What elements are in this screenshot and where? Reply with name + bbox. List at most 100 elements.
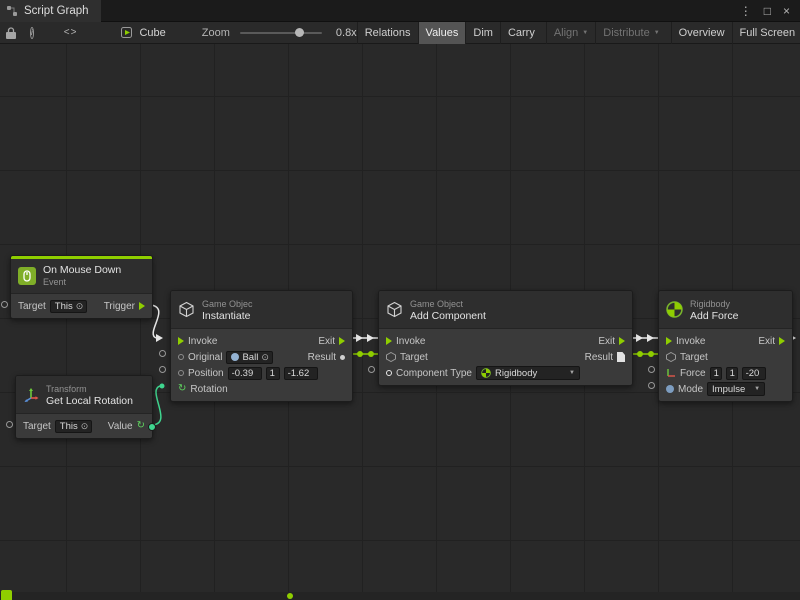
code-view-icon[interactable]: <> bbox=[64, 27, 78, 38]
node-category: Game Objec bbox=[202, 298, 253, 310]
target-gameobject-icon bbox=[386, 352, 396, 362]
position-z-field[interactable]: -1.62 bbox=[284, 367, 318, 380]
align-button[interactable]: Align▼ bbox=[546, 22, 595, 44]
graph-breadcrumb: Cube bbox=[121, 26, 165, 39]
port-label-position: Position bbox=[188, 368, 224, 379]
node-category: Game Object bbox=[410, 298, 486, 310]
port-label-exit: Exit bbox=[758, 336, 775, 347]
target-gameobject-icon bbox=[666, 352, 676, 362]
port-label-target: Target bbox=[400, 352, 428, 363]
dim-button[interactable]: Dim bbox=[465, 22, 500, 44]
node-add-force[interactable]: Rigidbody Add Force Invoke Exit Target bbox=[658, 290, 793, 402]
info-icon[interactable]: i bbox=[30, 27, 34, 39]
port-label-mode: Mode bbox=[678, 384, 703, 395]
position-port-icon[interactable] bbox=[178, 370, 184, 376]
chevron-down-icon: ▼ bbox=[754, 386, 760, 392]
kebab-menu-icon[interactable]: ⋮ bbox=[740, 4, 752, 18]
node-add-component[interactable]: Game Object Add Component Invoke Exit Ta… bbox=[378, 290, 633, 386]
carry-button[interactable]: Carry bbox=[500, 22, 542, 44]
node-title: Add Component bbox=[410, 310, 486, 322]
value-port[interactable] bbox=[159, 366, 166, 373]
force-mode-dropdown[interactable]: Impulse ▼ bbox=[707, 382, 765, 396]
window-controls: ⋮ □ × bbox=[740, 4, 800, 18]
exit-output-port[interactable] bbox=[619, 337, 625, 345]
object-picker-icon[interactable]: ⊙ bbox=[261, 352, 269, 363]
mouse-event-icon bbox=[18, 267, 36, 285]
trigger-output-port[interactable] bbox=[139, 302, 145, 310]
node-title: Get Local Rotation bbox=[46, 395, 133, 407]
graph-canvas[interactable]: On Mouse Down Event Target This ⊙ Trigge… bbox=[0, 44, 800, 600]
port-label-trigger: Trigger bbox=[104, 301, 135, 312]
node-header: Game Object Add Component bbox=[379, 291, 632, 329]
target-object-chip[interactable]: This ⊙ bbox=[50, 300, 88, 313]
object-picker-icon[interactable]: ⊙ bbox=[81, 421, 89, 432]
maximize-icon[interactable]: □ bbox=[764, 4, 771, 18]
window-title: Script Graph bbox=[24, 5, 89, 17]
tab-script-graph[interactable]: Script Graph bbox=[0, 0, 101, 22]
gameobject-cube-icon bbox=[386, 301, 403, 318]
toolbar-buttons: Relations Values Dim Carry Align▼ Distri… bbox=[357, 22, 800, 44]
value-port[interactable] bbox=[6, 421, 13, 428]
port-label-invoke: Invoke bbox=[676, 336, 705, 347]
vector-axes-icon bbox=[666, 368, 676, 378]
node-title: On Mouse Down bbox=[43, 264, 121, 276]
chevron-down-icon: ▼ bbox=[654, 30, 660, 36]
value-port[interactable] bbox=[648, 382, 655, 389]
node-title: Instantiate bbox=[202, 310, 253, 322]
node-category: Transform bbox=[46, 383, 133, 395]
invoke-input-port[interactable] bbox=[386, 337, 392, 345]
rigidbody-icon bbox=[481, 368, 491, 378]
script-graph-icon bbox=[6, 5, 18, 17]
gameobject-cube-icon bbox=[178, 301, 195, 318]
component-type-port-icon[interactable] bbox=[386, 370, 392, 376]
invoke-input-port[interactable] bbox=[178, 337, 184, 345]
port-label-invoke: Invoke bbox=[188, 336, 217, 347]
force-x-field[interactable]: 1 bbox=[710, 367, 722, 380]
node-header: Rigidbody Add Force bbox=[659, 291, 792, 329]
zoom-slider-handle[interactable] bbox=[295, 28, 304, 37]
transform-icon bbox=[23, 387, 39, 403]
value-port[interactable] bbox=[159, 350, 166, 357]
value-port[interactable] bbox=[648, 366, 655, 373]
lock-icon[interactable] bbox=[6, 27, 16, 39]
node-title: Add Force bbox=[690, 310, 738, 322]
port-label-original: Original bbox=[188, 352, 222, 363]
zoom-slider[interactable] bbox=[240, 32, 322, 34]
force-y-field[interactable]: 1 bbox=[726, 367, 738, 380]
exit-output-port[interactable] bbox=[339, 337, 345, 345]
overview-button[interactable]: Overview bbox=[671, 22, 732, 44]
node-on-mouse-down[interactable]: On Mouse Down Event Target This ⊙ Trigge… bbox=[10, 255, 153, 319]
close-icon[interactable]: × bbox=[783, 4, 790, 18]
force-z-field[interactable]: -20 bbox=[742, 367, 766, 380]
target-object-chip[interactable]: This ⊙ bbox=[55, 420, 93, 433]
result-component-icon[interactable] bbox=[617, 352, 625, 362]
original-port-icon[interactable] bbox=[178, 354, 184, 360]
exit-output-port[interactable] bbox=[779, 337, 785, 345]
position-y-field[interactable]: 1 bbox=[266, 367, 280, 380]
chevron-down-icon: ▼ bbox=[582, 30, 588, 36]
rotation-port-icon[interactable]: ↻ bbox=[178, 384, 186, 394]
object-picker-icon[interactable]: ⊙ bbox=[76, 301, 84, 312]
ball-object-icon bbox=[231, 353, 239, 361]
component-type-dropdown[interactable]: Rigidbody ▼ bbox=[476, 366, 580, 380]
result-output-port[interactable] bbox=[340, 355, 345, 360]
position-x-field[interactable]: -0.39 bbox=[228, 367, 262, 380]
fullscreen-button[interactable]: Full Screen bbox=[732, 22, 800, 44]
distribute-button[interactable]: Distribute▼ bbox=[595, 22, 666, 44]
node-get-local-rotation[interactable]: Transform Get Local Rotation Target This… bbox=[15, 375, 153, 439]
value-port[interactable] bbox=[368, 366, 375, 373]
port-label-result: Result bbox=[585, 352, 613, 363]
node-category: Rigidbody bbox=[690, 298, 738, 310]
values-button[interactable]: Values bbox=[418, 22, 466, 44]
port-label-target: Target bbox=[23, 421, 51, 432]
relations-button[interactable]: Relations bbox=[357, 22, 418, 44]
value-port[interactable] bbox=[1, 301, 8, 308]
node-header: On Mouse Down Event bbox=[11, 256, 152, 294]
port-label-target: Target bbox=[18, 301, 46, 312]
node-header: Game Objec Instantiate bbox=[171, 291, 352, 329]
invoke-input-port[interactable] bbox=[666, 337, 672, 345]
value-output-port[interactable] bbox=[148, 423, 156, 431]
graph-toolbar: i <> Cube Zoom 0.8x Relations Values Dim… bbox=[0, 22, 800, 44]
original-object-chip[interactable]: Ball ⊙ bbox=[226, 351, 272, 364]
node-instantiate[interactable]: Game Objec Instantiate Invoke Exit Origi… bbox=[170, 290, 353, 402]
